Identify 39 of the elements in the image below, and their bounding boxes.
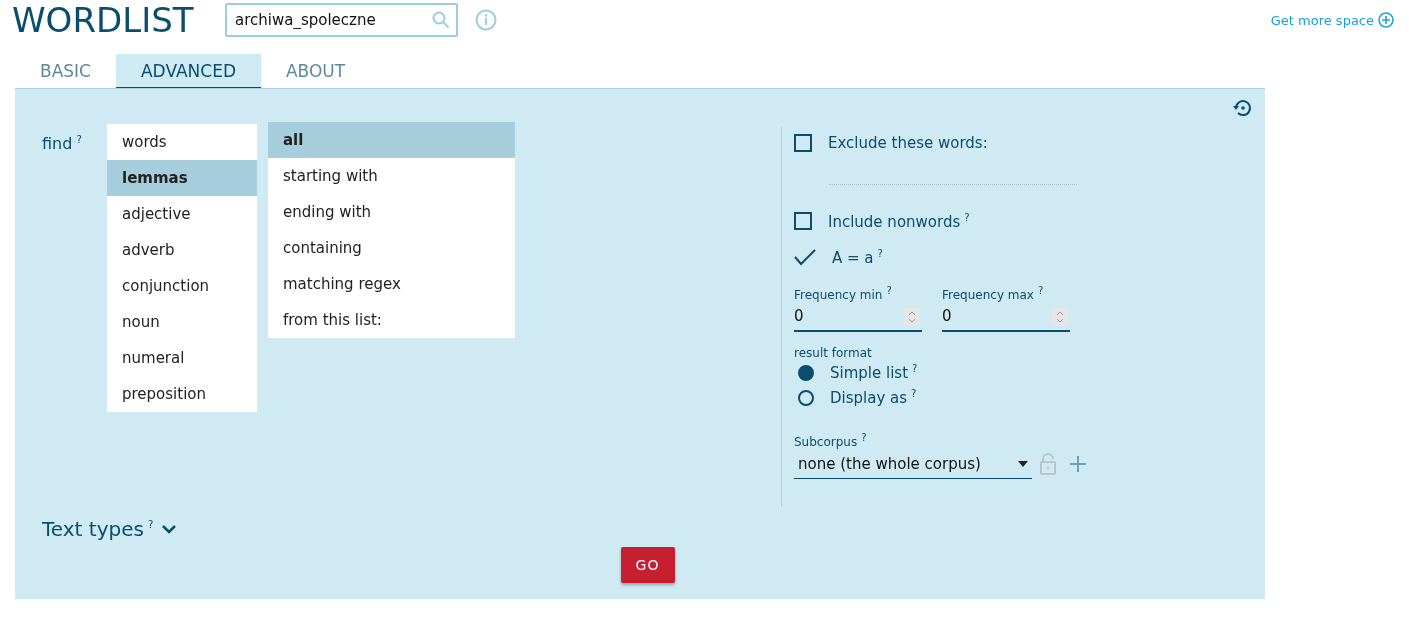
help-mark[interactable]: ?: [964, 211, 970, 223]
tab[interactable]: ADVANCED: [115, 54, 261, 88]
checkbox[interactable]: [794, 212, 812, 230]
app-title: WORDLIST: [12, 0, 195, 40]
help-mark[interactable]: ?: [147, 519, 154, 531]
help-mark[interactable]: ?: [1037, 285, 1044, 296]
attribute-option[interactable]: lemmas: [107, 160, 257, 196]
help-mark[interactable]: ?: [76, 134, 82, 145]
tab[interactable]: ABOUT: [261, 54, 371, 88]
help-mark[interactable]: ?: [912, 363, 918, 374]
tab[interactable]: BASIC: [15, 54, 116, 88]
subcorpus-label: Subcorpus $^{?}$: [794, 432, 868, 449]
go-button[interactable]: GO: [620, 547, 675, 583]
corpus-search-field[interactable]: archiwa_spoleczne: [225, 3, 458, 37]
exclude-label: Exclude these words:: [828, 134, 988, 152]
result-format-label: result format: [794, 346, 873, 360]
radio-button[interactable]: [798, 364, 814, 381]
text-types-toggle[interactable]: Text types $^{?}$: [42, 517, 154, 541]
frequency-label: Frequency min $^{?}$: [794, 285, 893, 302]
dropdown-caret-icon: [1018, 460, 1028, 467]
option-label: Include nonwords $^{?}$: [828, 211, 970, 231]
help-mark[interactable]: ?: [861, 432, 867, 443]
format-option-label: Simple list $^{?}$: [830, 363, 918, 382]
format-option-label: Display as $^{?}$: [830, 388, 917, 407]
help-mark[interactable]: ?: [911, 388, 917, 399]
checkbox[interactable]: [794, 134, 812, 152]
filter-option[interactable]: all: [268, 122, 515, 158]
help-mark[interactable]: ?: [877, 247, 883, 259]
reset-icon[interactable]: [1231, 97, 1253, 119]
help-mark[interactable]: ?: [886, 285, 892, 296]
option-label: A = a $^{?}$: [832, 247, 883, 267]
frequency-label: Frequency max $^{?}$: [942, 285, 1045, 302]
find-label: find $^{?}$: [42, 133, 83, 156]
checkmark-icon[interactable]: [794, 248, 816, 266]
search-icon: [432, 11, 450, 29]
subcorpus-select[interactable]: none (the whole corpus): [794, 449, 1032, 479]
chevron-icon[interactable]: [161, 524, 178, 534]
radio-button[interactable]: [798, 389, 814, 406]
add-circle-icon[interactable]: [1378, 12, 1394, 28]
